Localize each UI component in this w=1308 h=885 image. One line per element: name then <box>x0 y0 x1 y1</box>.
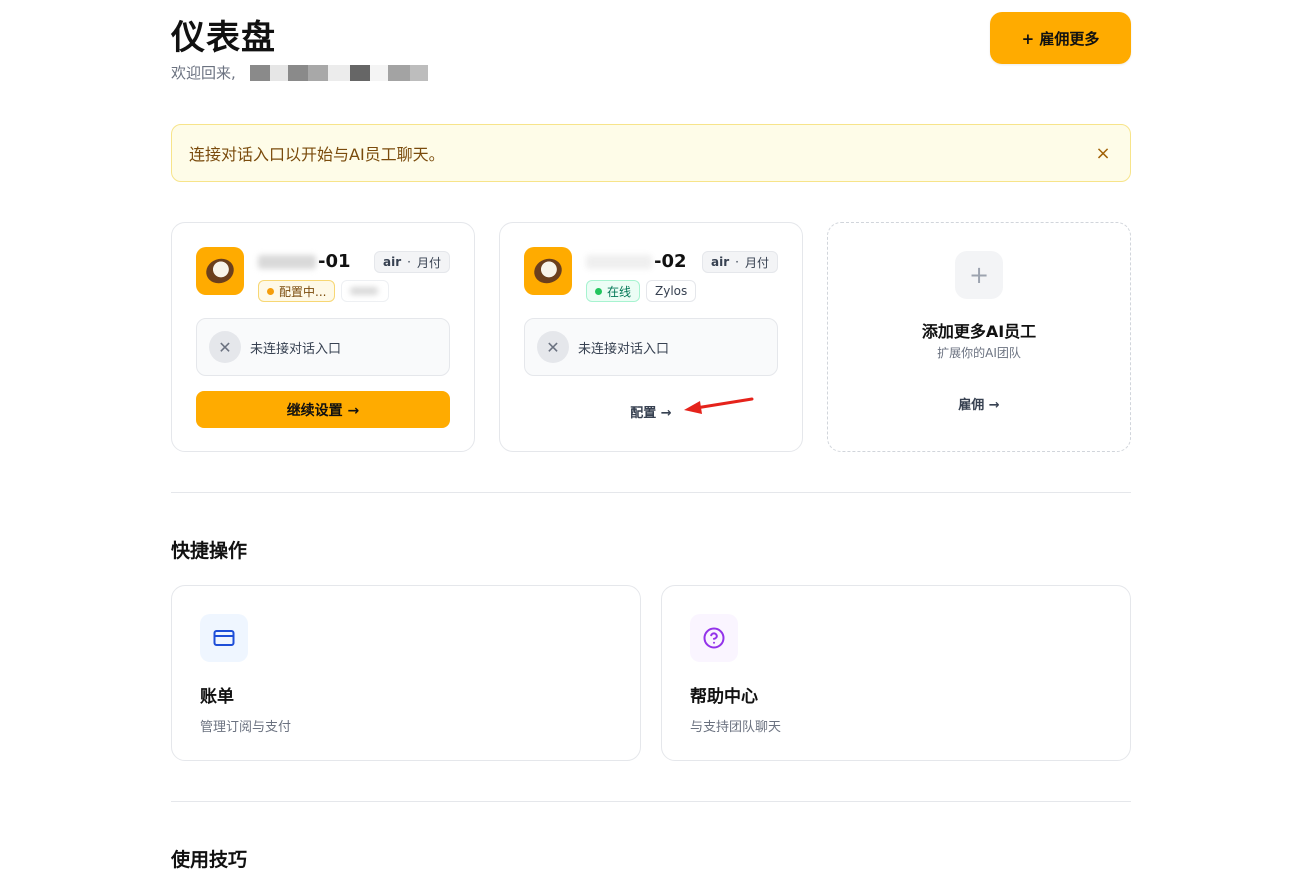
redacted-agent-name <box>586 254 652 269</box>
dashboard-page: 仪表盘 欢迎回来, + 雇佣更多 连接对话入口以开始与AI员工聊天。 × -01… <box>171 0 1131 871</box>
coconut-icon <box>202 254 238 288</box>
plan-tier: air <box>711 255 730 269</box>
annotation-arrow-icon <box>684 397 754 414</box>
coconut-icon <box>530 254 566 288</box>
add-card-title: 添加更多AI员工 <box>921 322 1037 341</box>
redacted-username <box>245 64 428 82</box>
platform-tag: Zylos <box>646 280 697 302</box>
status-label: 在线 <box>607 284 632 299</box>
billing-title: 账单 <box>200 687 234 707</box>
add-card-subtitle: 扩展你的AI团队 <box>937 346 1021 360</box>
redacted-platform-tag <box>341 280 390 302</box>
page-title: 仪表盘 <box>171 18 276 58</box>
connect-channel-banner: 连接对话入口以开始与AI员工聊天。 × <box>171 124 1131 182</box>
tips-title: 使用技巧 <box>171 849 248 871</box>
agent-card-02: -02 air · 月付 在线 Zylos ✕ 未连接对话入口 配置 → <box>499 222 803 452</box>
agent-tags: 配置中... <box>258 280 390 302</box>
plus-icon[interactable]: + <box>955 251 1003 299</box>
billing-subtitle: 管理订阅与支付 <box>200 720 292 735</box>
agent-name-suffix: -02 <box>654 251 687 272</box>
status-badge: 在线 <box>586 280 641 302</box>
separator-dot: · <box>407 255 411 269</box>
hire-link[interactable]: 雇佣 → <box>828 394 1130 413</box>
close-icon[interactable]: × <box>1092 142 1114 164</box>
help-center-card[interactable]: 帮助中心 与支持团队聊天 <box>661 585 1131 761</box>
redacted-agent-name <box>258 254 316 269</box>
connection-text: 未连接对话入口 <box>250 341 342 357</box>
help-center-subtitle: 与支持团队聊天 <box>690 720 782 735</box>
agent-avatar <box>196 247 244 295</box>
agent-card-01: -01 air · 月付 配置中... ✕ 未连接对话入口 继续设置 → <box>171 222 475 452</box>
agent-tags: 在线 Zylos <box>586 280 697 302</box>
hire-more-button[interactable]: + 雇佣更多 <box>990 12 1131 64</box>
welcome-text: 欢迎回来, <box>171 64 236 82</box>
plan-badge: air · 月付 <box>374 251 450 273</box>
credit-card-icon <box>200 614 248 662</box>
status-badge: 配置中... <box>258 280 336 302</box>
connection-text: 未连接对话入口 <box>578 341 670 357</box>
redacted-platform-text <box>350 287 379 295</box>
section-divider <box>171 492 1131 493</box>
status-label: 配置中... <box>279 284 327 299</box>
help-center-title: 帮助中心 <box>690 687 758 707</box>
plan-badge: air · 月付 <box>702 251 778 273</box>
plan-billing: 月付 <box>744 255 769 270</box>
banner-text: 连接对话入口以开始与AI员工聊天。 <box>189 145 445 164</box>
plan-tier: air <box>383 255 402 269</box>
separator-dot: · <box>735 255 739 269</box>
status-dot-icon <box>267 287 274 295</box>
agent-name-suffix: -01 <box>318 251 351 272</box>
channel-connection-status: ✕ 未连接对话入口 <box>196 318 450 376</box>
channel-connection-status: ✕ 未连接对话入口 <box>524 318 778 376</box>
welcome-message: 欢迎回来, <box>171 62 428 83</box>
agent-name: -02 <box>586 251 687 272</box>
agent-name: -01 <box>258 251 351 272</box>
disconnected-x-icon: ✕ <box>537 331 569 363</box>
help-circle-icon <box>690 614 738 662</box>
plan-billing: 月付 <box>416 255 441 270</box>
billing-card[interactable]: 账单 管理订阅与支付 <box>171 585 641 761</box>
disconnected-x-icon: ✕ <box>209 331 241 363</box>
agent-avatar <box>524 247 572 295</box>
configure-link-label[interactable]: 配置 → <box>630 406 671 421</box>
page-header: 仪表盘 欢迎回来, + 雇佣更多 <box>171 0 1131 100</box>
section-divider <box>171 801 1131 802</box>
quick-actions-title: 快捷操作 <box>171 540 248 562</box>
continue-setup-button[interactable]: 继续设置 → <box>196 391 450 428</box>
add-agent-card[interactable]: + 添加更多AI员工 扩展你的AI团队 雇佣 → <box>827 222 1131 452</box>
status-dot-icon <box>595 287 602 295</box>
